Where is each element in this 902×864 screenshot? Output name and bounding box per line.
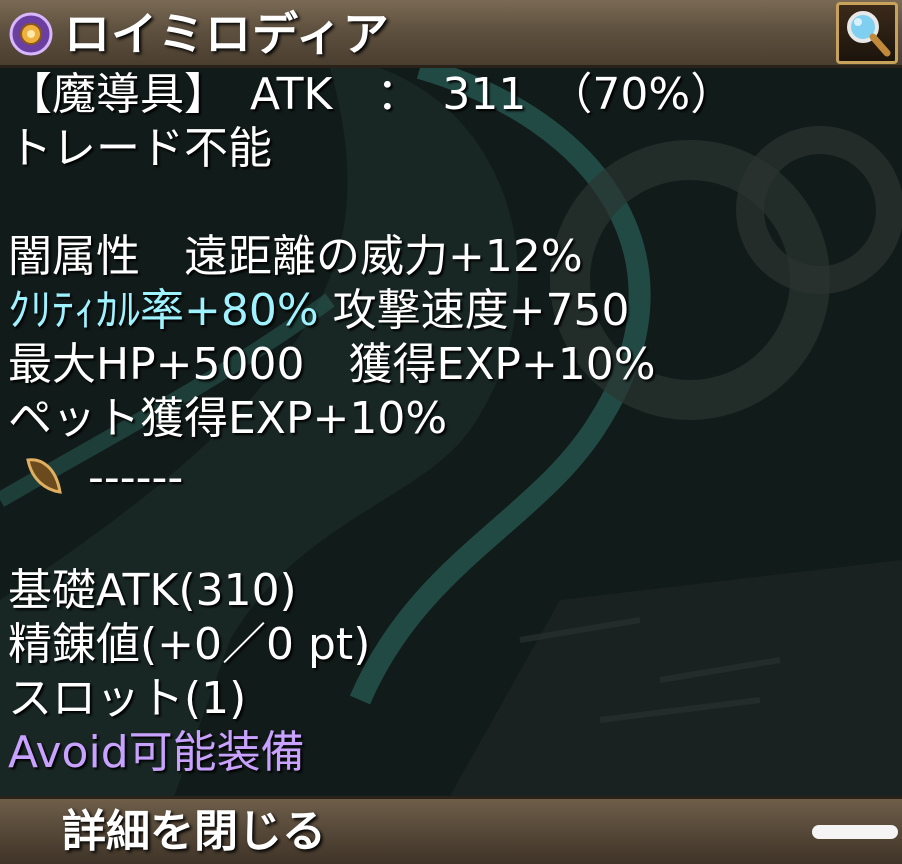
crit-speed-line: ｸﾘﾃｨｶﾙ率+80% 攻撃速度+750 [8, 284, 898, 338]
close-details-button[interactable]: 詳細を閉じる [62, 803, 326, 861]
scroll-indicator [812, 825, 898, 839]
base-atk: 基礎ATK(310) [8, 565, 297, 616]
attack-speed-text: 攻撃速度+750 [332, 285, 630, 336]
magnifier-icon [847, 11, 891, 57]
title-bar: ロイミロディア [0, 0, 902, 68]
trade-status: トレード不能 [8, 123, 272, 174]
item-details: 【魔導具】 ATK ： 311 （70%） トレード不能 闇属性 遠距離の威力+… [8, 68, 898, 780]
refine-value: 精錬値(+0／0 pt) [8, 619, 371, 670]
element-line: 闇属性 遠距離の威力+12% [8, 231, 583, 282]
card-slot-text: ------ [88, 452, 184, 503]
item-name: ロイミロディア [64, 7, 390, 61]
card-slot-icon [26, 458, 62, 494]
search-button[interactable] [836, 2, 898, 64]
avoid-equip: Avoid可能装備 [8, 727, 305, 778]
orb-icon [9, 12, 53, 56]
card-slot-row[interactable]: ------ [8, 446, 898, 510]
category-atk-line: 【魔導具】 ATK ： 311 （70%） [8, 69, 735, 120]
hp-exp-line: 最大HP+5000 獲得EXP+10% [8, 339, 656, 390]
pet-exp-line: ペット獲得EXP+10% [8, 393, 448, 444]
crit-rate-text: ｸﾘﾃｨｶﾙ率+80% [8, 285, 319, 336]
slot-count: スロット(1) [8, 673, 247, 724]
close-details-bar[interactable]: 詳細を閉じる [0, 796, 902, 864]
